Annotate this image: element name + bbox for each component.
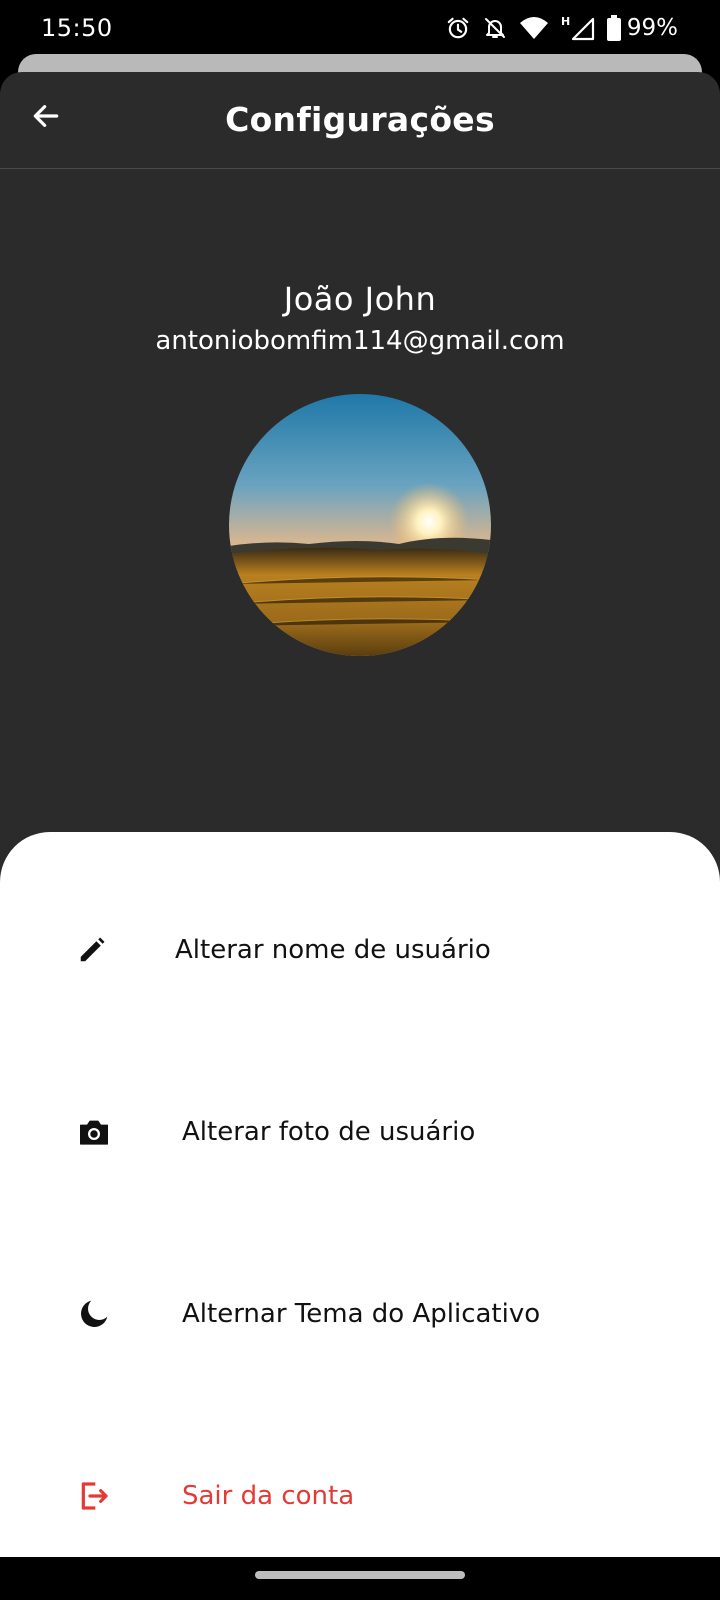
page-title: Configurações: [225, 100, 495, 139]
user-email: antoniobomfim114@gmail.com: [155, 326, 565, 356]
home-indicator[interactable]: [255, 1571, 465, 1579]
menu-item-label: Sair da conta: [182, 1481, 355, 1511]
svg-text:H: H: [561, 15, 570, 28]
status-time: 15:50: [41, 14, 113, 42]
menu-item-logout[interactable]: Sair da conta: [0, 1436, 720, 1556]
battery-icon: [606, 15, 621, 41]
app-bar: Configurações: [0, 72, 720, 169]
menu-item-toggle-theme[interactable]: Alternar Tema do Aplicativo: [0, 1254, 720, 1374]
signal-icon: H: [561, 15, 595, 41]
status-icons: H 99%: [445, 12, 678, 44]
menu-item-change-username[interactable]: Alterar nome de usuário: [0, 890, 720, 1010]
moon-icon: [76, 1296, 112, 1332]
notifications-off-icon: [483, 15, 507, 41]
status-bar: 15:50 H 99%: [0, 0, 720, 56]
user-name: João John: [283, 280, 437, 318]
screen: 15:50 H 99% Configurações João John anto…: [0, 0, 720, 1600]
settings-panel: Configurações João John antoniobomfim114…: [0, 72, 720, 1557]
alarm-icon: [445, 15, 471, 41]
navigation-bar: [0, 1557, 720, 1600]
menu-item-label: Alterar foto de usuário: [182, 1117, 476, 1147]
wifi-icon: [519, 15, 549, 41]
camera-icon: [76, 1114, 112, 1150]
pencil-icon: [74, 932, 110, 968]
logout-icon: [76, 1478, 112, 1514]
menu-item-label: Alterar nome de usuário: [175, 935, 491, 965]
options-sheet: Alterar nome de usuário Alterar foto de …: [0, 832, 720, 1557]
battery-percent: 99%: [626, 15, 678, 41]
menu-item-change-photo[interactable]: Alterar foto de usuário: [0, 1072, 720, 1192]
menu-item-label: Alternar Tema do Aplicativo: [182, 1299, 541, 1329]
avatar: [229, 394, 491, 656]
